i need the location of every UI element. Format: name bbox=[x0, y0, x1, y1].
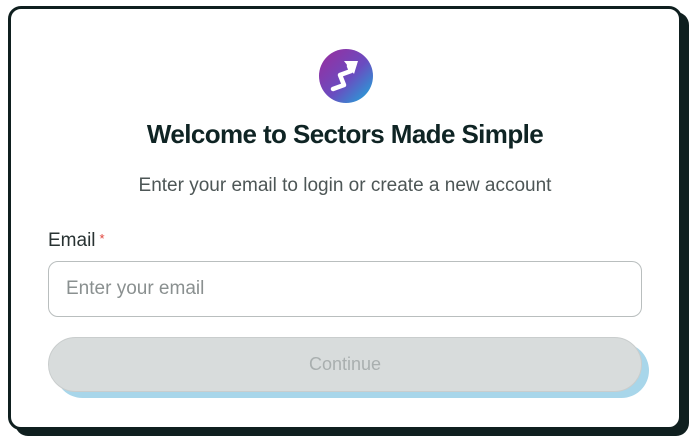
page-subtitle: Enter your email to login or create a ne… bbox=[138, 175, 552, 196]
email-label-text: Email bbox=[48, 230, 96, 251]
page-title: Welcome to Sectors Made Simple bbox=[146, 119, 544, 149]
sectors-logo-icon bbox=[319, 49, 373, 103]
required-marker: * bbox=[99, 231, 105, 246]
email-input[interactable] bbox=[48, 261, 642, 317]
continue-button[interactable]: Continue bbox=[48, 337, 642, 392]
email-label: Email * bbox=[48, 230, 105, 252]
login-card: Welcome to Sectors Made Simple Enter you… bbox=[8, 6, 682, 430]
